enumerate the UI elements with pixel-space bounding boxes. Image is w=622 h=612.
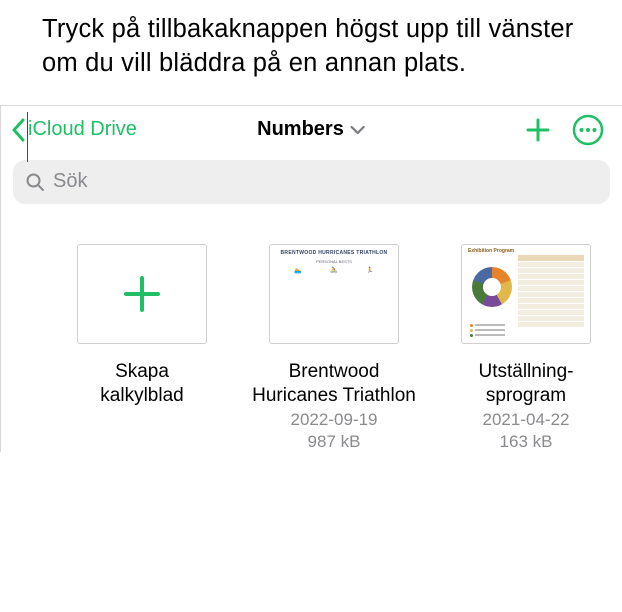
- tile-size: 163 kB: [500, 431, 553, 452]
- tile-date: 2021-04-22: [483, 409, 570, 430]
- document-grid: Skapa kalkylblad BRENTWOOD HURRICANES TR…: [1, 214, 622, 452]
- search-placeholder: Sök: [53, 170, 87, 193]
- chevron-down-icon: [350, 125, 366, 135]
- add-button[interactable]: [524, 116, 552, 144]
- page-title: Numbers: [257, 118, 344, 141]
- search-input[interactable]: Sök: [13, 160, 610, 204]
- document-tile[interactable]: Exhibition Program Utställning- sprog: [441, 244, 611, 452]
- instruction-callout: Tryck på tillbakaknappen högst upp till …: [0, 0, 622, 99]
- document-thumbnail: BRENTWOOD HURRICANES TRIATHLON PERSONAL …: [269, 244, 399, 344]
- back-label: iCloud Drive: [28, 118, 137, 141]
- chevron-left-icon: [11, 118, 26, 142]
- plus-icon: [120, 272, 164, 316]
- create-thumbnail: [77, 244, 207, 344]
- more-button[interactable]: [572, 114, 604, 146]
- tile-title: Brentwood Huricanes Triathlon: [244, 360, 424, 408]
- document-tile[interactable]: BRENTWOOD HURRICANES TRIATHLON PERSONAL …: [249, 244, 419, 452]
- tile-date: 2022-09-19: [291, 409, 378, 430]
- tile-title: Utställning- sprogram: [436, 360, 616, 408]
- navigation-bar: iCloud Drive Numbers: [1, 106, 622, 154]
- tile-size: 987 kB: [308, 431, 361, 452]
- app-window: iCloud Drive Numbers: [0, 105, 622, 452]
- title-dropdown[interactable]: Numbers: [257, 118, 366, 141]
- document-thumbnail: Exhibition Program: [461, 244, 591, 344]
- back-button[interactable]: iCloud Drive: [11, 118, 137, 142]
- tile-title: Skapa kalkylblad: [52, 360, 232, 408]
- search-icon: [25, 172, 45, 192]
- create-spreadsheet-tile[interactable]: Skapa kalkylblad: [57, 244, 227, 410]
